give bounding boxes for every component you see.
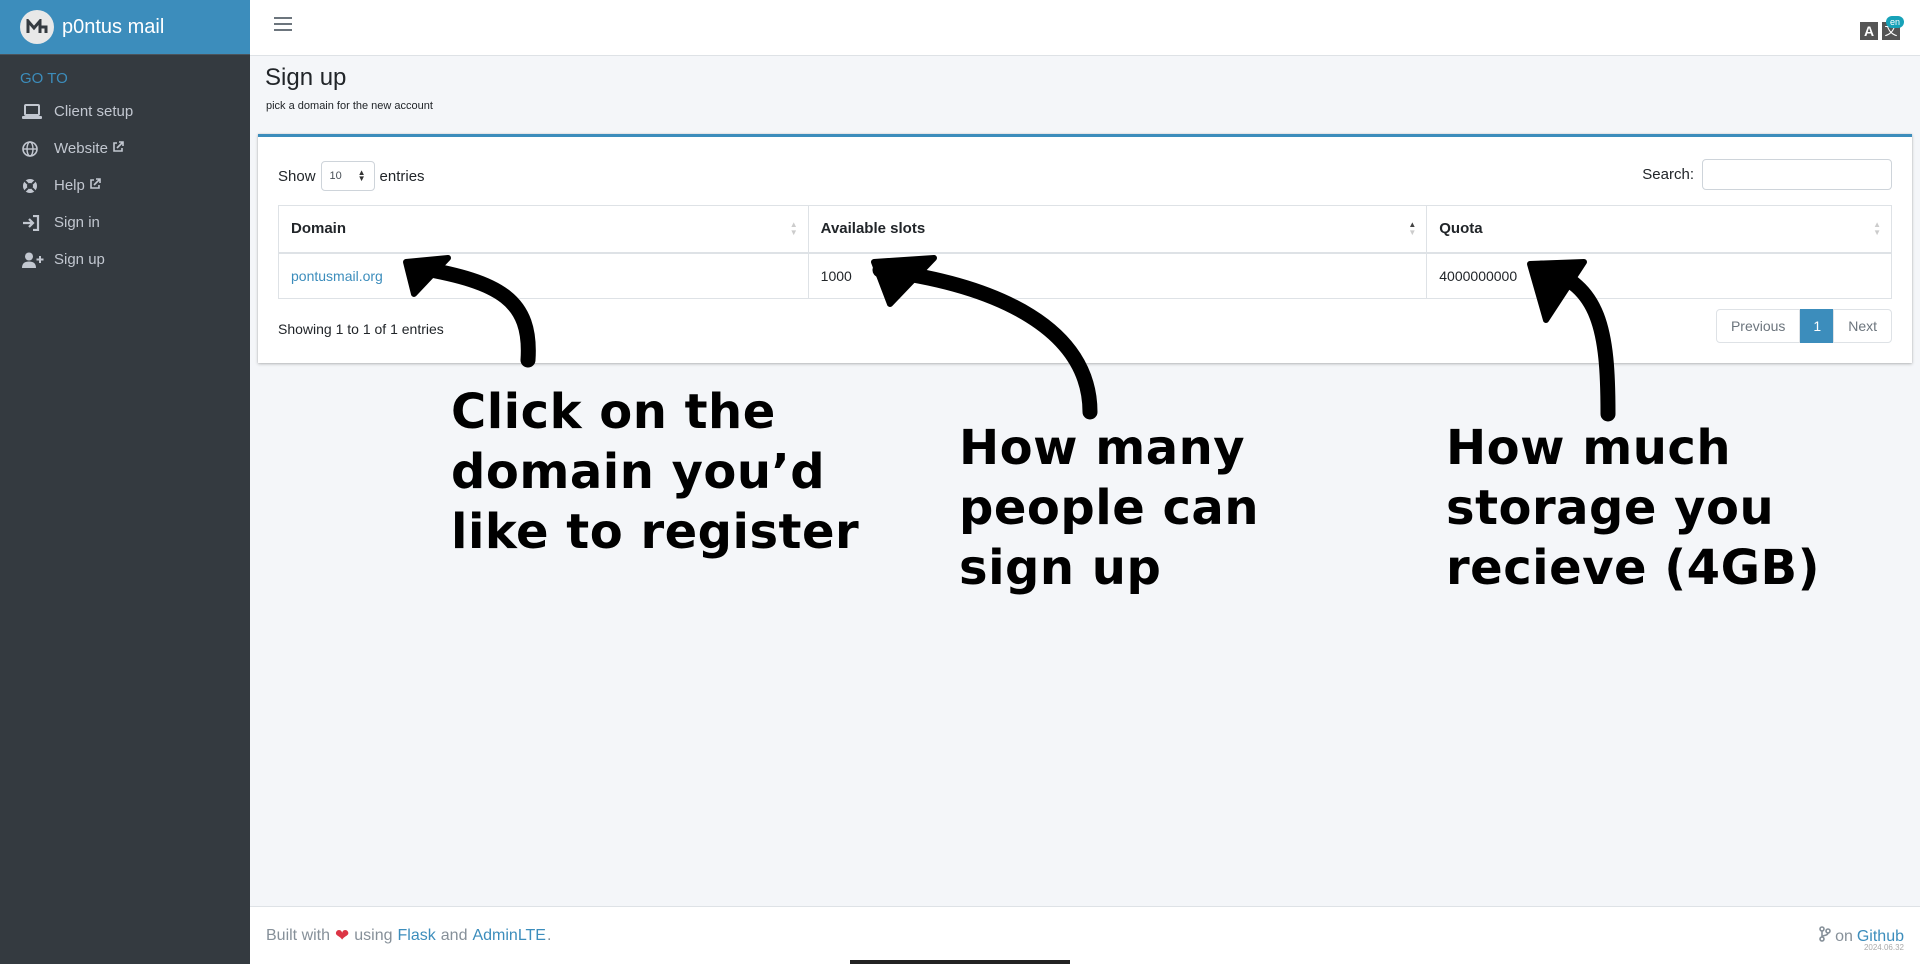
flask-link[interactable]: Flask bbox=[398, 927, 436, 945]
annotation-quota: How much storage you recieve (4GB) bbox=[1446, 420, 1820, 596]
footer-text: and bbox=[440, 927, 468, 944]
annotation-slots: How many people can sign up bbox=[959, 420, 1259, 596]
annotation-domain: Click on the domain you’d like to regist… bbox=[451, 384, 860, 560]
arrow-to-slots bbox=[872, 262, 1098, 420]
footer: Built with ❤ using Flask and AdminLTE . … bbox=[250, 906, 1920, 964]
arrow-to-domain bbox=[412, 260, 536, 368]
footer-text: using bbox=[354, 927, 393, 944]
horizontal-scrollbar[interactable] bbox=[850, 960, 1070, 964]
footer-text: on bbox=[1835, 927, 1853, 945]
footer-credits: Built with ❤ using Flask and AdminLTE . bbox=[266, 926, 551, 946]
adminlte-link[interactable]: AdminLTE bbox=[472, 927, 546, 945]
code-branch-icon bbox=[1819, 926, 1831, 947]
footer-text: Built with bbox=[266, 927, 331, 944]
footer-text: . bbox=[546, 927, 552, 944]
heart-icon: ❤ bbox=[335, 926, 350, 945]
version-label: 2024.06.32 bbox=[1863, 943, 1904, 952]
